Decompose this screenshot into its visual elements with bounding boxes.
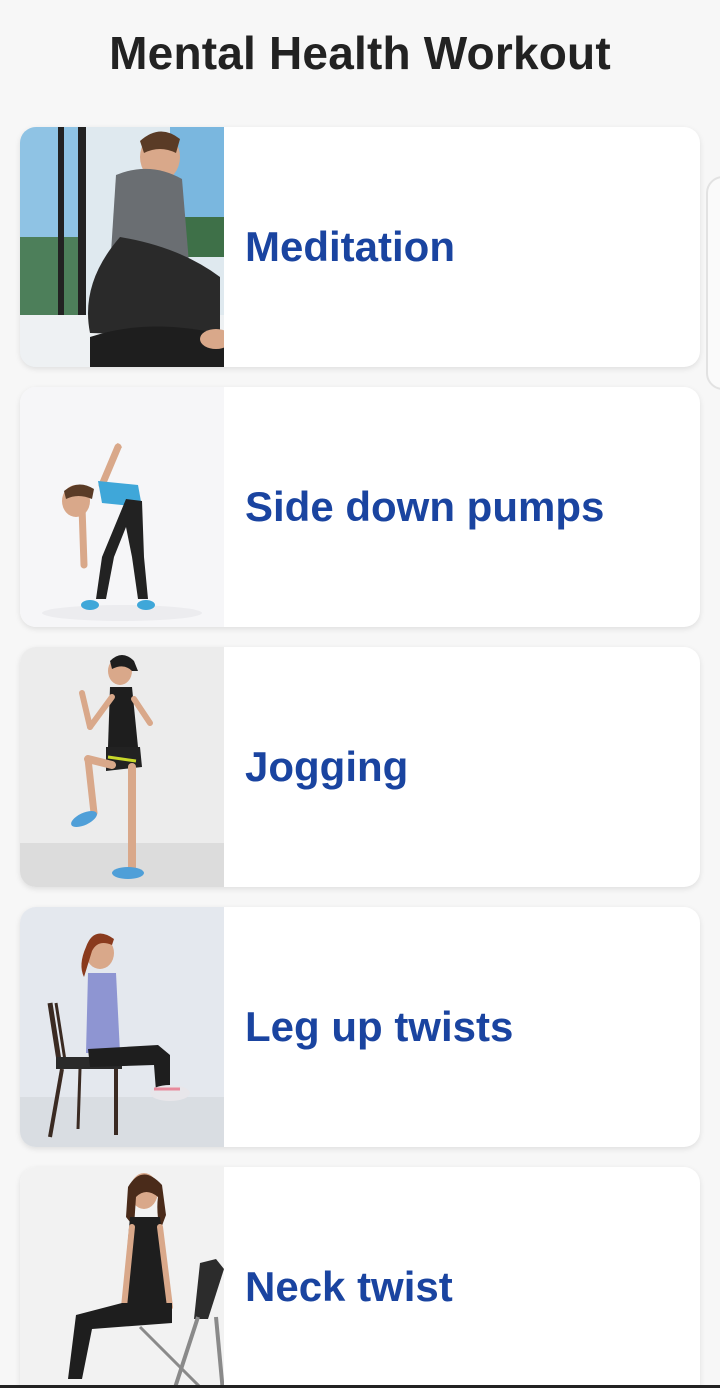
exercise-label: Jogging — [245, 743, 409, 790]
exercise-card-neck-twist[interactable]: Neck twist — [20, 1167, 700, 1388]
exercise-thumbnail — [20, 1167, 224, 1388]
exercise-list: Meditation Side down pumps Jogging Leg u… — [20, 127, 700, 1388]
exercise-label: Meditation — [245, 223, 455, 270]
exercise-card-leg-up-twists[interactable]: Leg up twists — [20, 907, 700, 1147]
edge-handle[interactable] — [706, 176, 720, 390]
exercise-thumbnail — [20, 907, 224, 1147]
page-title: Mental Health Workout — [109, 27, 611, 79]
workout-screen: Mental Health Workout Meditation Side do… — [0, 0, 720, 1388]
exercise-card-side-down-pumps[interactable]: Side down pumps — [20, 387, 700, 627]
exercise-label: Leg up twists — [245, 1003, 514, 1050]
exercise-label: Neck twist — [245, 1263, 453, 1310]
jogging-illustration — [20, 647, 224, 887]
exercise-thumbnail — [20, 387, 224, 627]
exercise-card-jogging[interactable]: Jogging — [20, 647, 700, 887]
exercise-card-meditation[interactable]: Meditation — [20, 127, 700, 367]
neck-twist-illustration — [20, 1167, 224, 1388]
exercise-thumbnail — [20, 127, 224, 367]
exercise-label: Side down pumps — [245, 483, 605, 530]
meditation-illustration — [20, 127, 224, 367]
leg-up-twists-illustration — [20, 907, 224, 1147]
side-down-pumps-illustration — [20, 387, 224, 627]
exercise-thumbnail — [20, 647, 224, 887]
